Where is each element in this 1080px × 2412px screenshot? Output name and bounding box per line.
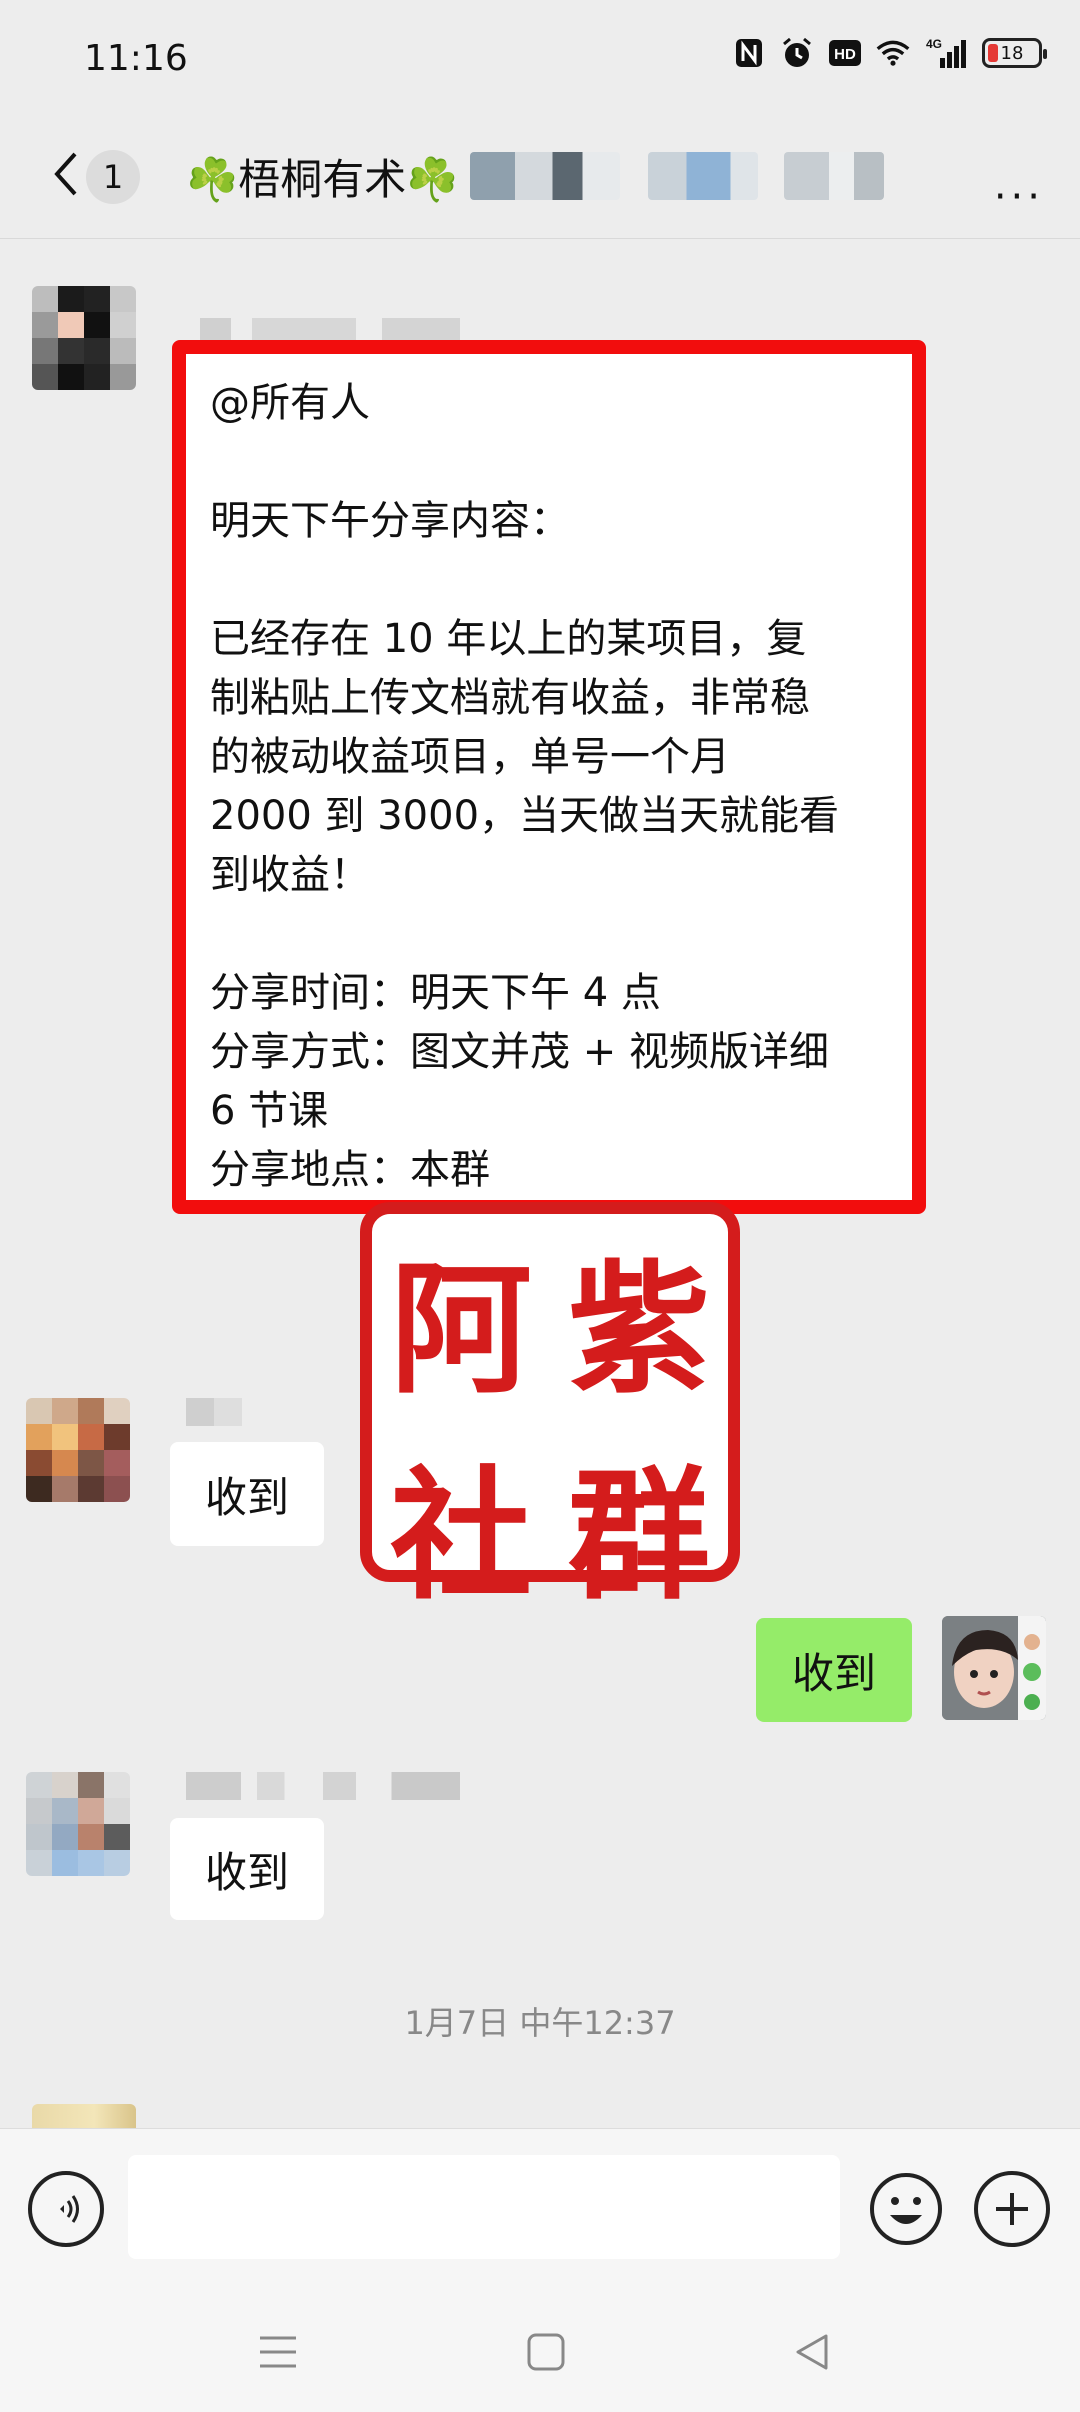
announcement-line: 明天下午分享内容： [210,498,570,544]
voice-icon [60,2195,79,2223]
stamp-char: 阿 [390,1247,532,1413]
clock: 11:16 [84,38,188,79]
title-redacted-block [470,152,620,200]
title-redacted-block [648,152,758,200]
status-icons: HD 4G 18 [732,36,1047,70]
avatar[interactable] [32,286,136,390]
announcement-line: 分享方式：图文并茂 + 视频版详细 [210,1029,829,1075]
system-navigation-bar [0,2292,1080,2412]
avatar[interactable] [26,1398,130,1502]
self-avatar[interactable] [942,1616,1046,1720]
more-options-button[interactable]: ··· [994,174,1044,220]
self-message-bubble[interactable]: 收到 [756,1618,912,1722]
title-redacted-block [784,152,884,200]
unread-count-badge: 1 [86,150,140,204]
chat-input-bar [0,2128,1080,2293]
announcement-line: 分享时间：明天下午 4 点 [210,970,661,1016]
home-nav-button[interactable] [522,2328,570,2376]
back-triangle-icon [796,2334,828,2370]
svg-text:HD: HD [834,46,856,63]
sender-name-redacted [186,1398,242,1426]
announcement-line: 的被动收益项目，单号一个月 [210,734,730,780]
smiley-icon [870,2173,942,2245]
avatar[interactable] [26,1772,130,1876]
wifi-icon [876,36,910,70]
plus-icon [996,2193,1028,2225]
message-bubble[interactable]: 收到 [170,1818,324,1920]
avatar[interactable] [32,2104,136,2128]
announcement-line: 到收益！ [210,852,370,898]
seal-stamp-watermark: 阿 紫 社 群 [360,1202,740,1619]
voice-input-button[interactable] [28,2171,104,2247]
more-actions-button[interactable] [974,2171,1050,2247]
chevron-left-icon [54,152,77,196]
message-text-input[interactable] [128,2155,840,2259]
emoji-button[interactable] [868,2171,944,2247]
announcement-message-bubble[interactable]: @所有人 明天下午分享内容： 已经存在 10 年以上的某项目，复 制粘贴上传文档… [172,340,926,1214]
battery-icon: 18 [982,38,1047,68]
chat-title[interactable]: ☘️梧桐有术☘️ [186,146,459,207]
menu-icon [260,2336,296,2368]
back-nav-button[interactable] [788,2328,836,2376]
message-bubble[interactable]: 收到 [170,1442,324,1546]
battery-level: 18 [1000,42,1024,64]
announcement-line: 制粘贴上传文档就有收益，非常稳 [210,675,810,721]
status-bar: 11:16 HD 4G 18 [0,0,1080,120]
announcement-line: 6 节课 [210,1088,329,1134]
chat-header: 1 ☘️梧桐有术☘️ ··· [0,120,1080,239]
announcement-line: 已经存在 10 年以上的某项目，复 [210,616,807,662]
menu-nav-button[interactable] [254,2328,302,2376]
stamp-char: 社 [390,1453,532,1619]
message-timestamp: 1月7日 中午12:37 [404,2004,676,2042]
announcement-line: @所有人 [210,380,370,426]
stamp-char: 群 [568,1453,710,1619]
svg-text:4G: 4G [926,37,942,51]
cellular-signal-icon: 4G [924,36,968,70]
alarm-icon [780,36,814,70]
home-square-icon [527,2333,565,2371]
stamp-char: 紫 [568,1247,710,1413]
hd-icon: HD [828,36,862,70]
nfc-icon [732,36,766,70]
announcement-line: 分享地点：本群 [210,1147,490,1193]
sender-name-redacted [186,1772,460,1800]
announcement-line: 2000 到 3000，当天做当天就能看 [210,793,840,839]
